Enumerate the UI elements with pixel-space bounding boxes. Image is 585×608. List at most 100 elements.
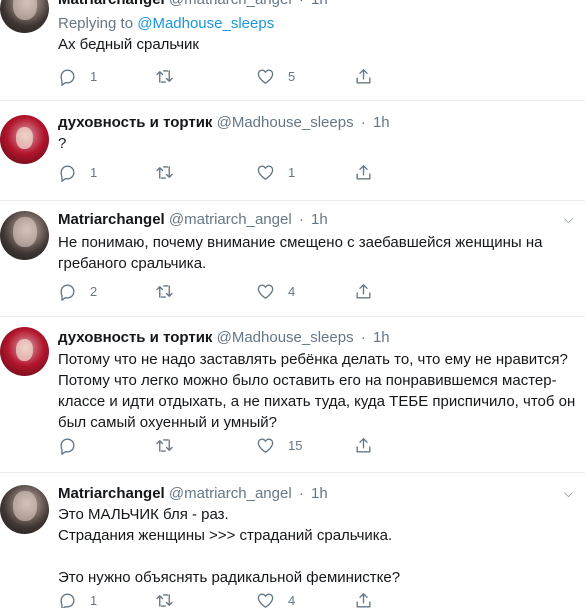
author-handle[interactable]: @matriarch_angel [169,485,292,502]
tweet-actions: 2 4 [58,281,578,301]
reply-button[interactable]: 1 [58,162,97,182]
replying-to-label: Replying to [58,15,138,32]
author-handle[interactable]: @matriarch_angel [169,211,292,228]
tweet[interactable]: Matriarchangel @matriarch_angel · 1h Rep… [0,0,585,101]
reply-button[interactable]: 1 [58,590,97,608]
like-icon [257,592,274,608]
tweet-body: Потому что не надо заставлять ребёнка де… [58,349,578,433]
share-button[interactable] [354,281,373,301]
reply-count: 2 [90,283,98,299]
like-count: 4 [288,283,296,299]
retweet-button[interactable] [155,66,187,86]
author-handle[interactable]: @matriarch_angel [169,0,292,8]
reply-button[interactable] [58,435,90,455]
timestamp[interactable]: 1h [373,329,390,346]
tweet-actions: 15 [58,435,578,455]
author-name[interactable]: духовность и тортик [58,114,212,131]
reply-icon [60,592,75,608]
tweet-text-line: гребаного сральчика. [58,255,207,272]
avatar[interactable] [0,115,49,164]
separator: · [298,211,304,228]
reply-count: 1 [90,592,98,608]
tweet-text-line: Это МАЛЬЧИК бля - раз. [58,506,229,523]
caret-down-icon[interactable]: ⌵ [564,212,573,227]
share-button[interactable] [354,162,373,182]
replying-to: Replying to @Madhouse_sleeps [58,13,578,34]
retweet-button[interactable] [155,281,187,301]
timestamp[interactable]: 1h [311,0,328,8]
like-button[interactable]: 1 [256,162,295,182]
retweet-button[interactable] [155,590,187,608]
separator: · [360,114,366,131]
mention-link[interactable]: @Madhouse_sleeps [137,15,274,32]
tweet-text: ? [58,135,67,152]
like-count: 15 [288,437,303,453]
like-icon [257,283,274,299]
retweet-button[interactable] [155,162,187,182]
like-button[interactable]: 15 [256,435,302,455]
share-icon [356,68,371,84]
retweet-icon [156,165,173,179]
share-button[interactable] [354,66,373,86]
tweet-text-line: Потому что легко можно было оставить его… [58,372,557,389]
retweet-icon [156,284,173,298]
like-icon [257,164,274,180]
tweet-header: Matriarchangel @matriarch_angel · 1h [58,484,328,504]
author-name[interactable]: Matriarchangel [58,211,165,228]
reply-count: 1 [90,68,98,84]
reply-icon [60,437,75,455]
author-name[interactable]: Matriarchangel [58,485,165,502]
like-count: 4 [288,592,296,608]
tweet-header: духовность и тортик @Madhouse_sleeps · 1… [58,328,390,348]
avatar[interactable] [0,211,49,260]
share-button[interactable] [354,435,373,455]
retweet-button[interactable] [155,435,187,455]
share-button[interactable] [354,590,373,608]
tweet-text: Ах бедный сральчик [58,36,199,53]
reply-count: 1 [90,164,98,180]
retweet-icon [156,593,173,607]
tweet-header: Matriarchangel @matriarch_angel · 1h [58,0,328,10]
tweet-body: Не понимаю, почему внимание смещено с за… [58,232,578,274]
share-icon [356,437,371,453]
author-handle[interactable]: @Madhouse_sleeps [217,114,354,131]
tweet-body: ? [58,133,578,154]
share-icon [356,164,371,180]
tweet-header: Matriarchangel @matriarch_angel · 1h [58,210,328,230]
tweet-body: Replying to @Madhouse_sleeps Ах бедный с… [58,13,578,55]
tweet-text-line [58,546,578,567]
avatar[interactable] [0,485,49,534]
reply-button[interactable]: 1 [58,66,97,86]
author-name[interactable]: Matriarchangel [58,0,165,8]
reply-button[interactable]: 2 [58,281,97,301]
like-button[interactable]: 4 [256,590,295,608]
tweet[interactable]: Matriarchangel @matriarch_angel · 1h ⌵ Э… [0,473,585,608]
separator: · [298,485,304,502]
tweet-text-line: классе и идти отдыхать, а не пихать туда… [58,393,576,410]
share-icon [356,283,371,299]
timestamp[interactable]: 1h [373,114,390,131]
tweet-text-line: Страдания женщины >>> страданий сральчик… [58,527,393,544]
tweet-actions: 1 1 [58,162,578,182]
tweet[interactable]: Matriarchangel @matriarch_angel · 1h ⌵ Н… [0,201,585,317]
avatar[interactable] [0,327,49,376]
timestamp[interactable]: 1h [311,485,328,502]
tweet-text-line: был самый охуенный и умный? [58,414,277,431]
timestamp[interactable]: 1h [311,211,328,228]
tweet[interactable]: духовность и тортик @Madhouse_sleeps · 1… [0,317,585,473]
retweet-icon [156,69,173,83]
like-icon [257,68,274,84]
like-icon [257,437,274,453]
like-button[interactable]: 5 [256,66,295,86]
caret-down-icon[interactable]: ⌵ [564,486,573,501]
author-name[interactable]: духовность и тортик [58,329,212,346]
author-handle[interactable]: @Madhouse_sleeps [217,329,354,346]
reply-icon [60,164,75,182]
like-count: 1 [288,164,296,180]
like-button[interactable]: 4 [256,281,295,301]
tweet[interactable]: духовность и тортик @Madhouse_sleeps · 1… [0,101,585,201]
like-count: 5 [288,68,296,84]
retweet-icon [156,438,173,452]
tweet-body: Это МАЛЬЧИК бля - раз. Страдания женщины… [58,504,578,588]
avatar[interactable] [0,0,49,33]
